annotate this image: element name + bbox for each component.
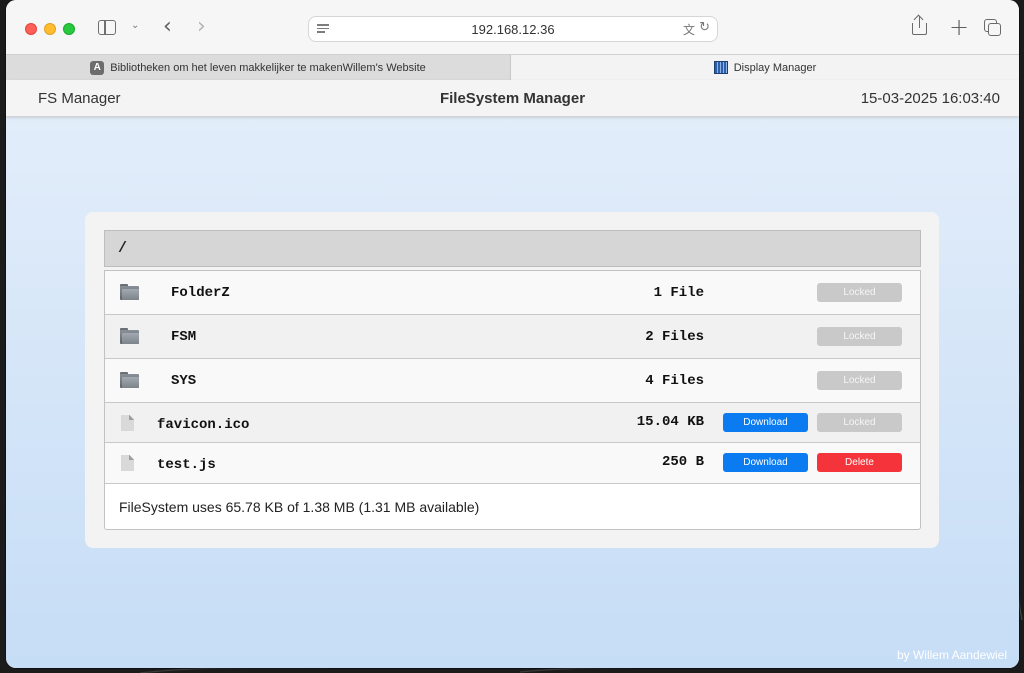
tab-bibliotheken[interactable]: A Bibliotheken om het leven makkelijker … bbox=[6, 55, 511, 80]
locked-button[interactable]: Locked bbox=[817, 413, 902, 432]
translate-icon[interactable]: 文 bbox=[683, 21, 695, 38]
tab-favicon-icon: A bbox=[90, 60, 105, 75]
tab-label: Display Manager bbox=[733, 61, 817, 74]
entry-size: 250 B bbox=[661, 454, 704, 470]
zoom-window-button[interactable] bbox=[63, 23, 75, 35]
folder-icon bbox=[120, 372, 139, 388]
file-icon bbox=[121, 455, 134, 471]
current-path: / bbox=[118, 240, 128, 257]
entry-name: test.js bbox=[157, 457, 216, 473]
browser-toolbar: ⌄ ‹ › 192.168.12.36 文 ↻ + bbox=[6, 0, 1019, 54]
share-icon[interactable] bbox=[912, 16, 927, 36]
filesystem-panel: / FolderZ 1 File Locked FSM 2 Files Lock… bbox=[104, 230, 921, 530]
folder-icon bbox=[120, 284, 139, 300]
tab-overview-icon[interactable] bbox=[984, 19, 1002, 37]
locked-button[interactable]: Locked bbox=[817, 327, 902, 346]
tab-display-manager[interactable]: Display Manager bbox=[511, 55, 1019, 80]
back-arrow-icon[interactable]: ‹ bbox=[163, 14, 172, 39]
new-tab-plus-icon[interactable]: + bbox=[949, 13, 969, 41]
folder-row-folderz[interactable]: FolderZ 1 File Locked bbox=[105, 271, 920, 315]
current-path-bar: / bbox=[104, 230, 921, 267]
file-row-test-js: test.js 250 B Download Delete bbox=[105, 443, 920, 484]
minimize-window-button[interactable] bbox=[44, 23, 56, 35]
folder-row-fsm[interactable]: FSM 2 Files Locked bbox=[105, 315, 920, 359]
locked-button[interactable]: Locked bbox=[817, 283, 902, 302]
entry-name[interactable]: SYS bbox=[171, 373, 196, 389]
entry-name: favicon.ico bbox=[157, 417, 250, 433]
sidebar-toggle-icon[interactable] bbox=[98, 20, 116, 35]
delete-button[interactable]: Delete bbox=[817, 453, 902, 472]
filesystem-card: / FolderZ 1 File Locked FSM 2 Files Lock… bbox=[85, 212, 939, 548]
download-button[interactable]: Download bbox=[723, 413, 808, 432]
folder-icon bbox=[120, 328, 139, 344]
display-manager-favicon-icon bbox=[713, 61, 728, 74]
locked-button[interactable]: Locked bbox=[817, 371, 902, 390]
entry-size: 15.04 KB bbox=[636, 414, 704, 430]
browser-window: ⌄ ‹ › 192.168.12.36 文 ↻ + A Bibliotheken… bbox=[6, 0, 1019, 668]
author-byline: by Willem Aandewiel bbox=[896, 648, 1007, 662]
file-row-favicon: favicon.ico 15.04 KB Download Locked bbox=[105, 403, 920, 443]
page-content: FS Manager FileSystem Manager 15-03-2025… bbox=[6, 80, 1019, 668]
datetime-display: 15-03-2025 16:03:40 bbox=[860, 90, 1000, 107]
folder-row-sys[interactable]: SYS 4 Files Locked bbox=[105, 359, 920, 403]
entry-name[interactable]: FolderZ bbox=[171, 285, 230, 301]
address-url[interactable]: 192.168.12.36 bbox=[309, 22, 717, 37]
file-icon bbox=[121, 415, 134, 431]
forward-arrow-icon[interactable]: › bbox=[197, 14, 206, 39]
entry-name[interactable]: FSM bbox=[171, 329, 196, 345]
close-window-button[interactable] bbox=[25, 23, 37, 35]
app-header: FS Manager FileSystem Manager 15-03-2025… bbox=[6, 80, 1019, 117]
entry-size: 4 Files bbox=[645, 373, 704, 389]
file-list: FolderZ 1 File Locked FSM 2 Files Locked… bbox=[104, 270, 921, 530]
chevron-down-icon[interactable]: ⌄ bbox=[131, 20, 139, 31]
address-bar[interactable]: 192.168.12.36 文 ↻ bbox=[308, 16, 718, 42]
filesystem-usage: FileSystem uses 65.78 KB of 1.38 MB (1.3… bbox=[119, 499, 480, 515]
tab-label: Bibliotheken om het leven makkelijker te… bbox=[110, 61, 426, 74]
tab-bar: A Bibliotheken om het leven makkelijker … bbox=[6, 54, 1019, 80]
download-button[interactable]: Download bbox=[723, 453, 808, 472]
entry-size: 2 Files bbox=[645, 329, 704, 345]
entry-size: 1 File bbox=[653, 285, 704, 301]
reload-icon[interactable]: ↻ bbox=[699, 20, 710, 35]
